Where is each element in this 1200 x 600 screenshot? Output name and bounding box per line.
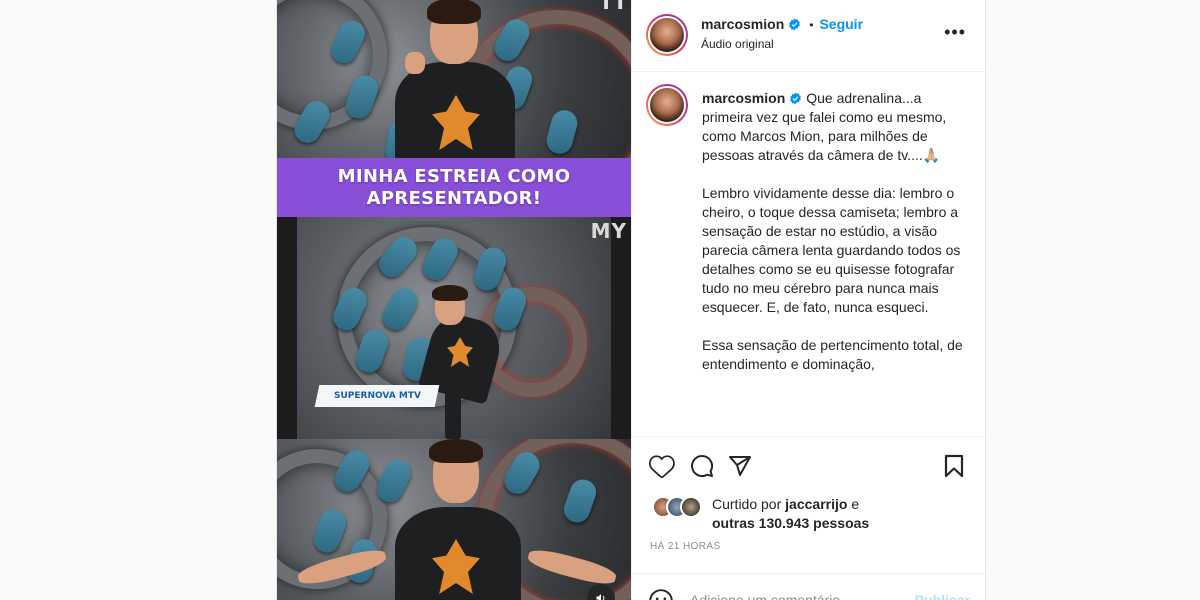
video-overlay-corner: MY bbox=[590, 219, 627, 243]
video-player[interactable]: TT MINHA ESTREIA COMO APRESENTADOR! SUPE… bbox=[277, 0, 631, 600]
caption-paragraph-3: Essa sensação de pertencimento total, de… bbox=[702, 337, 963, 372]
video-title-banner: MINHA ESTREIA COMO APRESENTADOR! bbox=[277, 158, 631, 217]
share-button[interactable] bbox=[726, 452, 754, 480]
video-frame-bottom bbox=[277, 439, 631, 600]
speaker-icon bbox=[596, 594, 605, 600]
caption-paragraph-2: Lembro vividamente desse dia: lembro o c… bbox=[702, 185, 961, 315]
post-dialog: TT MINHA ESTREIA COMO APRESENTADOR! SUPE… bbox=[277, 0, 986, 600]
audio-label[interactable]: Áudio original bbox=[701, 37, 774, 51]
verified-badge-icon bbox=[790, 92, 802, 105]
comment-input[interactable] bbox=[690, 590, 900, 600]
verified-badge-icon bbox=[789, 18, 801, 31]
likes-conj: e bbox=[851, 496, 860, 512]
page-backdrop-right bbox=[985, 0, 1200, 600]
banner-line-1: MINHA ESTREIA COMO bbox=[337, 165, 571, 187]
likes-summary: Curtido por jaccarrijo e outras 130.943 … bbox=[650, 493, 980, 533]
banner-line-2: APRESENTADOR! bbox=[366, 187, 542, 209]
liker-username[interactable]: jaccarrijo bbox=[785, 496, 847, 512]
author-avatar[interactable] bbox=[646, 14, 688, 56]
separator-dot: • bbox=[809, 18, 814, 32]
post-caption: marcosmion Que adrenalina...a primeira ve… bbox=[632, 72, 986, 437]
video-frame-top: TT bbox=[277, 0, 631, 158]
caption-username[interactable]: marcosmion bbox=[702, 90, 785, 106]
post-timestamp[interactable]: HÁ 21 HORAS bbox=[650, 541, 721, 552]
post-header: marcosmion • Seguir Áudio original ••• bbox=[632, 0, 986, 72]
likes-count[interactable]: outras 130.943 pessoas bbox=[712, 515, 869, 531]
comment-button[interactable] bbox=[688, 452, 716, 480]
save-button[interactable] bbox=[940, 452, 968, 480]
post-info-panel: marcosmion • Seguir Áudio original ••• mar… bbox=[631, 0, 986, 600]
video-overlay-corner-top: TT bbox=[599, 0, 627, 14]
author-line: marcosmion • Seguir bbox=[701, 16, 863, 32]
publish-button[interactable]: Publicar bbox=[915, 592, 970, 600]
emoji-icon[interactable] bbox=[648, 588, 674, 600]
like-button[interactable] bbox=[648, 452, 676, 480]
author-username[interactable]: marcosmion bbox=[701, 16, 784, 32]
likes-text: Curtido por jaccarrijo e outras 130.943 … bbox=[712, 495, 869, 533]
likes-prefix: Curtido por bbox=[712, 496, 782, 512]
page-backdrop-left bbox=[0, 0, 277, 600]
comment-icon bbox=[691, 455, 714, 478]
send-icon bbox=[729, 456, 751, 476]
heart-icon bbox=[649, 455, 675, 478]
more-options-icon[interactable]: ••• bbox=[944, 22, 966, 42]
bookmark-icon bbox=[944, 454, 964, 478]
video-frame-middle: SUPERNOVA MTV MY bbox=[277, 217, 631, 439]
action-bar bbox=[632, 448, 986, 482]
follow-button[interactable]: Seguir bbox=[819, 16, 863, 32]
caption-text: marcosmion Que adrenalina...a primeira ve… bbox=[702, 89, 964, 393]
liker-avatar[interactable] bbox=[680, 496, 702, 518]
comment-box: Publicar bbox=[632, 573, 986, 600]
caption-author-avatar[interactable] bbox=[646, 84, 688, 126]
video-lower-third: SUPERNOVA MTV bbox=[314, 385, 440, 407]
